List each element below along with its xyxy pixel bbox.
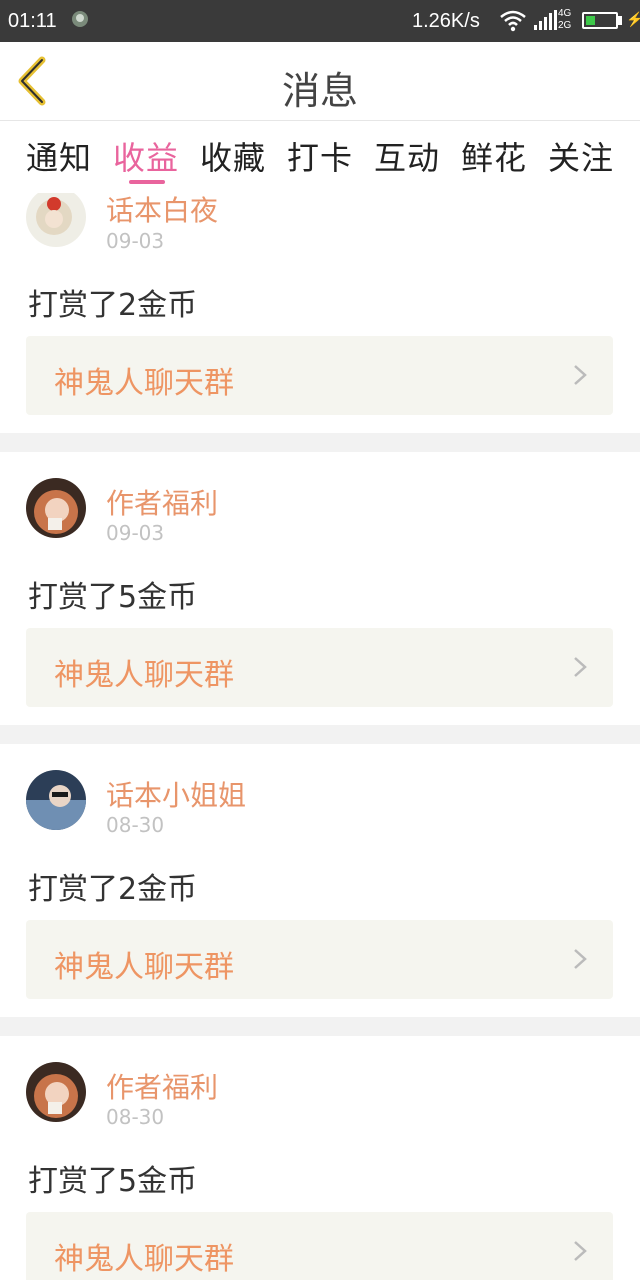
sender-name[interactable]: 作者福利 <box>106 482 218 522</box>
chevron-right-icon <box>574 1241 587 1261</box>
wifi-icon <box>500 10 526 32</box>
app-notification-icon <box>72 11 88 27</box>
message-list: 话本白夜 09-03 打赏了2金币 神鬼人聊天群 作者福利 09-03 打赏了5… <box>0 193 640 1280</box>
list-item: 话本小姐姐 08-30 打赏了2金币 神鬼人聊天群 <box>0 744 640 1017</box>
message-text: 打赏了5金币 <box>28 1164 198 1199</box>
tab-checkin[interactable]: 打卡 <box>287 133 353 179</box>
divider <box>0 433 640 452</box>
tab-flowers[interactable]: 鲜花 <box>461 133 527 179</box>
message-text: 打赏了5金币 <box>28 580 198 615</box>
message-date: 08-30 <box>106 1105 165 1129</box>
tab-earnings[interactable]: 收益 <box>113 133 179 179</box>
group-name: 神鬼人聊天群 <box>54 658 234 693</box>
active-tab-indicator <box>129 180 165 184</box>
nav-bar: 消息 <box>0 42 640 121</box>
avatar[interactable] <box>26 478 86 538</box>
network-type: 4G 2G <box>558 8 572 31</box>
network-speed: 1.26K/s <box>412 10 480 32</box>
message-date: 09-03 <box>106 229 165 253</box>
group-name: 神鬼人聊天群 <box>54 366 234 401</box>
status-time: 01:11 <box>8 10 57 32</box>
group-link[interactable]: 神鬼人聊天群 <box>26 336 613 415</box>
message-text: 打赏了2金币 <box>28 872 198 907</box>
status-bar: 01:11 1.26K/s 4G 2G ⚡ <box>0 0 640 42</box>
group-link[interactable]: 神鬼人聊天群 <box>26 1212 613 1280</box>
message-date: 08-30 <box>106 813 165 837</box>
page-title: 消息 <box>281 69 358 113</box>
signal-icon <box>534 10 557 30</box>
tab-following[interactable]: 关注 <box>548 133 614 179</box>
message-date: 09-03 <box>106 521 165 545</box>
chevron-right-icon <box>574 949 587 969</box>
group-name: 神鬼人聊天群 <box>54 1242 234 1277</box>
group-link[interactable]: 神鬼人聊天群 <box>26 628 613 707</box>
avatar[interactable] <box>26 770 86 830</box>
message-text: 打赏了2金币 <box>28 288 198 323</box>
battery-icon <box>582 12 618 29</box>
list-item: 话本白夜 09-03 打赏了2金币 神鬼人聊天群 <box>0 193 640 433</box>
divider <box>0 725 640 744</box>
sender-name[interactable]: 作者福利 <box>106 1066 218 1106</box>
group-name: 神鬼人聊天群 <box>54 950 234 985</box>
sender-name[interactable]: 话本小姐姐 <box>106 774 246 814</box>
list-item: 作者福利 09-03 打赏了5金币 神鬼人聊天群 <box>0 452 640 725</box>
avatar[interactable] <box>26 193 86 247</box>
list-item: 作者福利 08-30 打赏了5金币 神鬼人聊天群 <box>0 1036 640 1280</box>
charging-icon: ⚡ <box>626 11 640 27</box>
sender-name[interactable]: 话本白夜 <box>106 193 218 229</box>
tab-favorites[interactable]: 收藏 <box>200 133 266 179</box>
tab-notifications[interactable]: 通知 <box>26 133 92 179</box>
divider <box>0 1017 640 1036</box>
avatar[interactable] <box>26 1062 86 1122</box>
tab-bar: 通知 收益 收藏 打卡 互动 鲜花 关注 <box>0 121 640 193</box>
chevron-right-icon <box>574 657 587 677</box>
tab-interaction[interactable]: 互动 <box>374 133 440 179</box>
chevron-right-icon <box>574 365 587 385</box>
group-link[interactable]: 神鬼人聊天群 <box>26 920 613 999</box>
